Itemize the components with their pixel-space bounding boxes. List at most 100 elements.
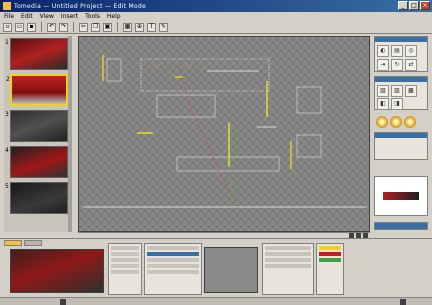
- timeline-knob[interactable]: [60, 299, 66, 305]
- title-bar: Tomedia — Untitled Project — Edit Mode _…: [0, 0, 432, 12]
- transition-icon[interactable]: ▧: [377, 85, 389, 97]
- slide-thumbnail-selected[interactable]: 2: [6, 74, 68, 106]
- gear-icon[interactable]: [404, 116, 416, 128]
- tab-preview[interactable]: [4, 240, 22, 246]
- color-swatch[interactable]: [319, 246, 341, 250]
- gear-controls: [376, 116, 416, 128]
- effect-flip-icon[interactable]: ⇄: [405, 59, 417, 71]
- timeline-knob[interactable]: [400, 299, 406, 305]
- slide-thumbnail[interactable]: 3: [5, 110, 68, 142]
- property-row[interactable]: [111, 246, 139, 250]
- menu-view[interactable]: View: [40, 13, 54, 20]
- paste-icon[interactable]: ▣: [103, 22, 112, 32]
- grid-icon[interactable]: ▦: [123, 22, 132, 32]
- minimize-button[interactable]: _: [398, 1, 408, 10]
- timing-row[interactable]: [265, 258, 311, 262]
- timing-row[interactable]: [265, 252, 311, 256]
- menu-insert[interactable]: Insert: [61, 13, 78, 20]
- app-icon: [3, 2, 11, 10]
- motion-path-red: [178, 66, 240, 210]
- bottom-tabs: [4, 240, 42, 247]
- toolbar-separator: [41, 22, 42, 32]
- layer-row[interactable]: [147, 246, 199, 250]
- window-controls: _ □ ×: [398, 1, 430, 10]
- maximize-button[interactable]: □: [409, 1, 419, 10]
- copy-icon[interactable]: ❐: [91, 22, 100, 32]
- property-row[interactable]: [111, 258, 139, 262]
- toolbar: ▫ ▭ ▪ ↶ ↷ ✂ ❐ ▣ ▦ ⊕ T ✎: [0, 21, 432, 34]
- motion-path-green: [228, 76, 256, 214]
- timing-panel: [262, 243, 314, 295]
- toolbar-separator: [73, 22, 74, 32]
- slide-thumbnail-panel: 1 2 3 4 5: [4, 36, 72, 232]
- slide-thumbnail[interactable]: 1: [5, 38, 68, 70]
- menu-help[interactable]: Help: [107, 13, 121, 20]
- layer-row[interactable]: [147, 270, 199, 274]
- motion-path-orange: [138, 62, 204, 70]
- effect-fade-icon[interactable]: ◐: [377, 45, 389, 57]
- slide-number: 3: [5, 111, 9, 118]
- layer-row-selected[interactable]: [147, 252, 199, 256]
- effect-spin-icon[interactable]: ↻: [391, 59, 403, 71]
- property-row[interactable]: [111, 270, 139, 274]
- color-swatch[interactable]: [319, 252, 341, 256]
- slide-number: 5: [5, 183, 9, 190]
- transition-icon[interactable]: ▩: [405, 85, 417, 97]
- close-button[interactable]: ×: [420, 1, 430, 10]
- canvas-graphics: [83, 55, 367, 214]
- gear-icon[interactable]: [376, 116, 388, 128]
- cut-icon[interactable]: ✂: [79, 22, 88, 32]
- slide-number: 1: [5, 39, 9, 46]
- effect-wipe-icon[interactable]: ▤: [391, 45, 403, 57]
- guide-box: [176, 156, 280, 172]
- effect-zoom-icon[interactable]: ◎: [405, 45, 417, 57]
- effect-slide-icon[interactable]: ⇥: [377, 59, 389, 71]
- tools-panel: ◐ ▤ ◎ ⇥ ↻ ⇄ ▧ ▨ ▩ ◧ ◨: [374, 36, 430, 232]
- guide-box: [106, 58, 122, 82]
- guide-box: [140, 58, 270, 92]
- new-icon[interactable]: ▫: [3, 22, 12, 32]
- layer-row[interactable]: [147, 258, 199, 262]
- color-swatch[interactable]: [319, 258, 341, 262]
- transition-icon[interactable]: ◨: [391, 98, 403, 110]
- tab-settings[interactable]: [24, 240, 42, 246]
- transition-icon[interactable]: ▨: [391, 85, 403, 97]
- edit-canvas[interactable]: [78, 36, 370, 232]
- bottom-panel: [0, 238, 432, 305]
- menu-edit[interactable]: Edit: [21, 13, 33, 20]
- slide-thumbnail[interactable]: 4: [5, 146, 68, 178]
- timing-row[interactable]: [265, 264, 311, 268]
- layer-preview: [204, 247, 258, 293]
- save-icon[interactable]: ▪: [27, 22, 36, 32]
- transitions-palette: ▧ ▨ ▩ ◧ ◨: [374, 76, 428, 110]
- property-row[interactable]: [111, 264, 139, 268]
- effects-palette: ◐ ▤ ◎ ⇥ ↻ ⇄: [374, 36, 428, 72]
- slide-thumbnail[interactable]: 5: [5, 182, 68, 214]
- palette-header: [375, 133, 427, 138]
- slide-number: 4: [5, 147, 9, 154]
- zoom-icon[interactable]: ⊕: [135, 22, 144, 32]
- text-icon[interactable]: T: [147, 22, 156, 32]
- thumbnail-scrollbar[interactable]: [68, 36, 72, 232]
- gear-icon[interactable]: [390, 116, 402, 128]
- apply-bar[interactable]: [374, 222, 428, 230]
- window-title: Tomedia — Untitled Project — Edit Mode: [14, 2, 147, 10]
- properties-box: [374, 132, 428, 160]
- undo-icon[interactable]: ↶: [47, 22, 56, 32]
- brand-logo: [383, 192, 419, 200]
- palette-header: [375, 77, 427, 82]
- toolbar-separator: [117, 22, 118, 32]
- property-row[interactable]: [111, 252, 139, 256]
- layer-row[interactable]: [147, 264, 199, 268]
- video-preview[interactable]: [10, 249, 104, 293]
- redo-icon[interactable]: ↷: [59, 22, 68, 32]
- menu-file[interactable]: File: [4, 13, 14, 20]
- open-icon[interactable]: ▭: [15, 22, 24, 32]
- layer-list-panel: [144, 243, 202, 295]
- draw-icon[interactable]: ✎: [159, 22, 168, 32]
- brand-logo-box: [374, 176, 428, 216]
- transition-icon[interactable]: ◧: [377, 98, 389, 110]
- guide-box: [296, 134, 322, 158]
- menu-tools[interactable]: Tools: [85, 13, 100, 20]
- timing-row[interactable]: [265, 246, 311, 250]
